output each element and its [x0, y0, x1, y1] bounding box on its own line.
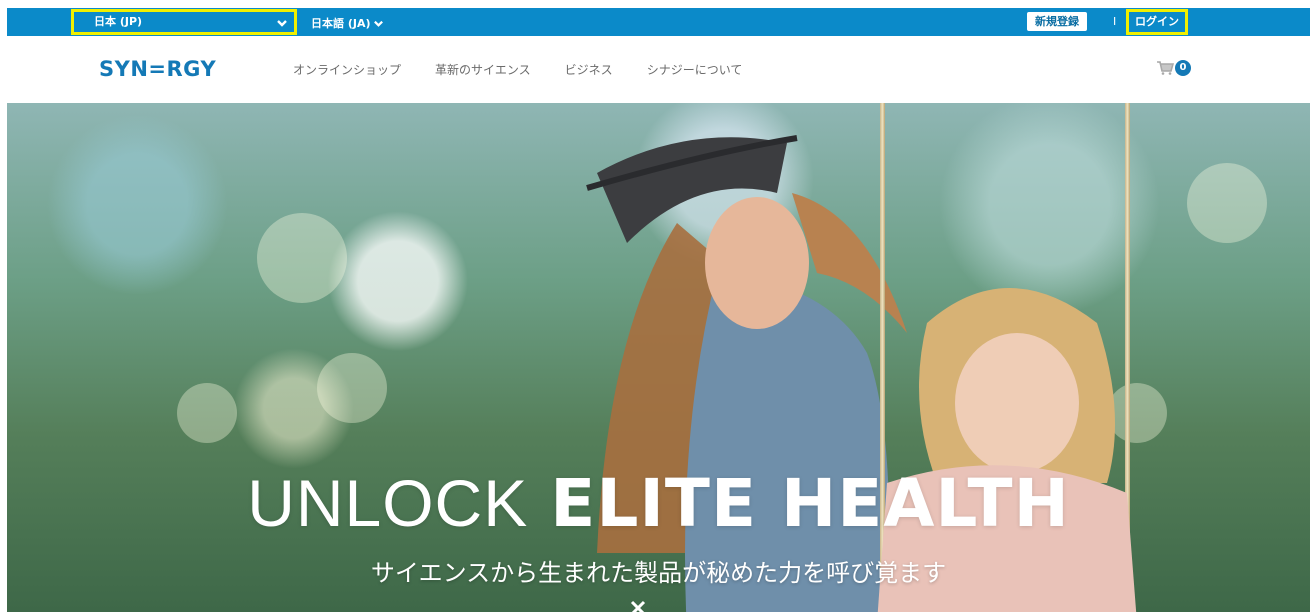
- login-button[interactable]: ログイン: [1126, 9, 1188, 35]
- hero-headline-light: UNLOCK: [247, 466, 529, 540]
- country-selector[interactable]: 日本 (JP): [71, 9, 297, 35]
- country-label: 日本 (JP): [94, 15, 143, 28]
- bokeh-light: [177, 383, 237, 443]
- cart-count-badge: 0: [1175, 60, 1191, 76]
- bokeh-light: [317, 353, 387, 423]
- nav-links: オンラインショップ 革新のサイエンス ビジネス シナジーについて: [293, 61, 776, 78]
- bokeh-light: [257, 213, 347, 303]
- register-button[interactable]: 新規登録: [1027, 12, 1087, 31]
- nav-item-business[interactable]: ビジネス: [565, 61, 613, 78]
- nav-item-about[interactable]: シナジーについて: [647, 61, 743, 78]
- language-label: 日本語 (JA): [311, 17, 371, 30]
- cart-icon: [1157, 61, 1174, 75]
- language-selector[interactable]: 日本語 (JA): [311, 15, 384, 31]
- hero-subheading: サイエンスから生まれた製品が秘めた力を呼び覚ます: [370, 559, 947, 587]
- close-icon[interactable]: [627, 597, 649, 612]
- chevron-down-icon: [373, 20, 383, 27]
- hero-headline: UNLOCK ELITE HEALTH: [7, 465, 1310, 542]
- top-utility-bar: 日本 (JP) 日本語 (JA) 新規登録 I ログイン: [7, 8, 1310, 36]
- nav-item-science[interactable]: 革新のサイエンス: [435, 61, 531, 78]
- cart-button[interactable]: 0: [1157, 60, 1191, 76]
- hero-banner: UNLOCK ELITE HEALTH サイエンスから生まれた製品が秘めた力を呼…: [7, 103, 1310, 612]
- main-navbar: SYN=RGY オンラインショップ 革新のサイエンス ビジネス シナジーについて…: [7, 36, 1310, 103]
- bokeh-light: [1187, 163, 1267, 243]
- synergy-logo[interactable]: SYN=RGY: [99, 57, 216, 81]
- separator: I: [1113, 15, 1117, 28]
- nav-item-online-shop[interactable]: オンラインショップ: [293, 61, 401, 78]
- hero-headline-bold: ELITE HEALTH: [550, 465, 1070, 542]
- chevron-down-icon: [277, 20, 287, 27]
